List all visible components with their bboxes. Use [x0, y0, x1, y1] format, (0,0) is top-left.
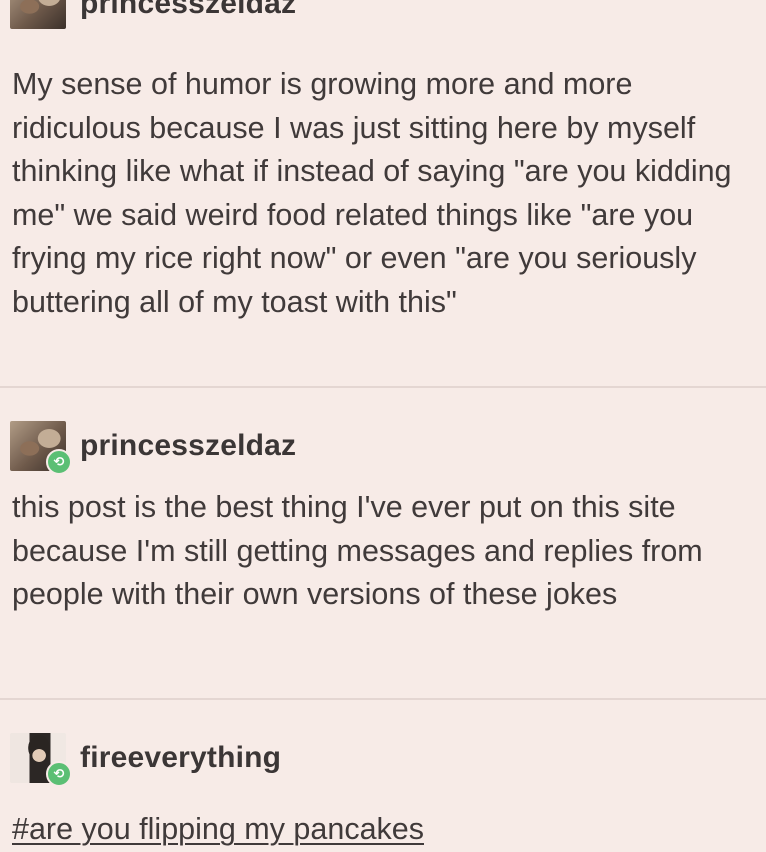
username[interactable]: princesszeldaz [80, 429, 296, 463]
reblog-icon: ⟲ [46, 761, 72, 787]
user-avatar-icon[interactable] [10, 0, 66, 29]
post-body: My sense of humor is growing more and mo… [12, 67, 732, 319]
username[interactable]: fireeverything [80, 741, 281, 775]
post-reblog: ⟲ fireeverything #are you flipping my pa… [0, 700, 766, 850]
avatar-image [10, 0, 66, 29]
post-original: princesszeldaz My sense of humor is grow… [0, 0, 766, 386]
reblog-icon: ⟲ [46, 449, 72, 475]
post-header: princesszeldaz [10, 0, 296, 30]
post-reblog: ⟲ princesszeldaz this post is the best t… [0, 388, 766, 698]
tag-link[interactable]: #are you flipping my pancakes [12, 812, 424, 846]
post-body: this post is the best thing I've ever pu… [12, 490, 703, 611]
post-header: ⟲ princesszeldaz [10, 420, 296, 475]
post-tags: #are you flipping my pancakes [12, 808, 754, 852]
username[interactable]: princesszeldaz [80, 0, 296, 21]
post-header: ⟲ fireeverything [10, 732, 281, 787]
user-avatar-icon[interactable]: ⟲ [10, 421, 72, 475]
user-avatar-icon[interactable]: ⟲ [10, 733, 72, 787]
